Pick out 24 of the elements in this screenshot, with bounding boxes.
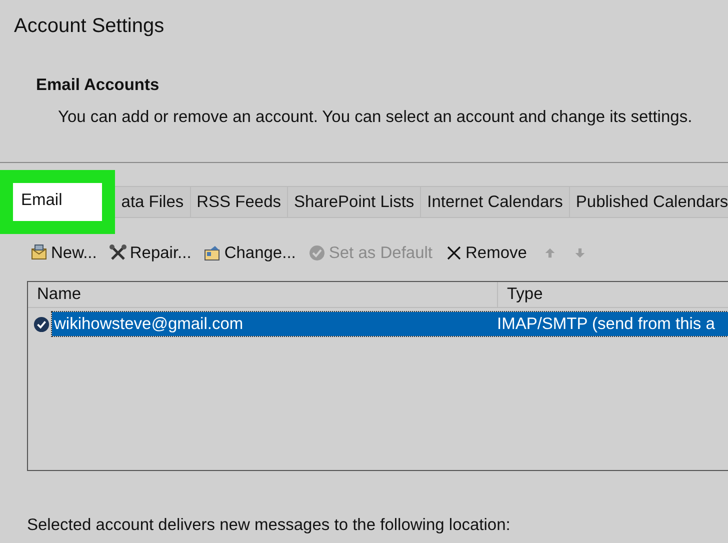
change-button[interactable]: Change... <box>203 240 296 266</box>
section-description: You can add or remove an account. You can select an account and change its settings. <box>58 106 694 128</box>
tab[interactable]: RSS Feeds <box>190 186 288 218</box>
account-name: wikihowsteve@gmail.com <box>53 314 244 335</box>
account-row[interactable]: wikihowsteve@gmail.com IMAP/SMTP (send from this a <box>52 312 728 336</box>
remove-button[interactable]: Remove <box>444 240 527 266</box>
window-title: Account Settings <box>13 14 166 38</box>
account-type: IMAP/SMTP (send from this a <box>497 314 715 335</box>
repair-button[interactable]: Repair... <box>108 240 192 266</box>
tab[interactable]: ata Files <box>115 186 191 218</box>
column-header[interactable]: Type <box>498 282 543 308</box>
tab[interactable]: SharePoint Lists <box>288 186 422 218</box>
tools-icon <box>108 244 127 262</box>
account-card-icon <box>203 244 222 262</box>
tab[interactable]: Published Calendars <box>570 186 728 218</box>
new-button[interactable]: New... <box>30 240 97 266</box>
new-account-icon <box>30 244 48 262</box>
section-heading: Email Accounts <box>36 75 160 96</box>
delivery-location-text: Selected account delivers new messages to the following location: <box>27 515 512 536</box>
tab[interactable]: Email <box>13 182 102 220</box>
close-icon <box>444 244 463 262</box>
check-circle-icon <box>308 244 326 262</box>
column-header[interactable]: Name <box>28 282 498 308</box>
tab[interactable]: Internet Calendars <box>421 186 570 218</box>
